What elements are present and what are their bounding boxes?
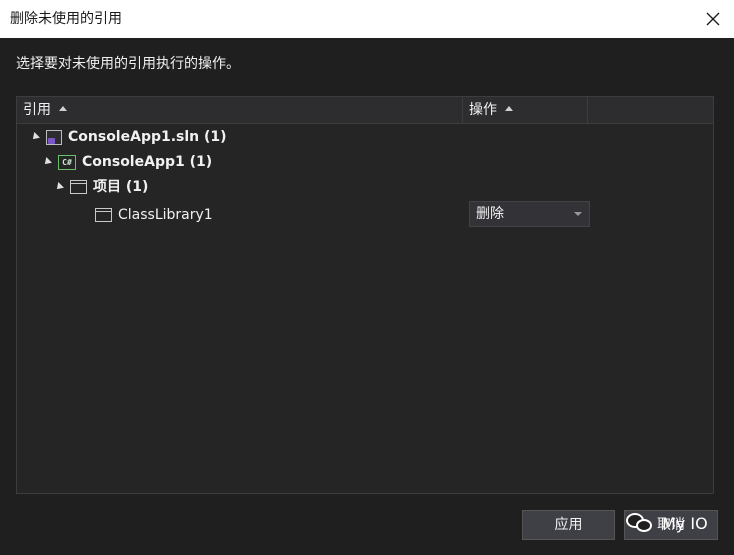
close-button[interactable] <box>700 6 726 32</box>
column-header-action-label: 操作 <box>469 102 497 118</box>
expand-triangle-icon[interactable] <box>42 157 52 167</box>
expand-triangle-icon[interactable] <box>54 182 64 192</box>
watermark: My IO <box>626 508 726 538</box>
tree-row-project[interactable]: C# ConsoleApp1 (1) <box>42 150 213 174</box>
close-icon <box>706 12 720 26</box>
column-header-reference[interactable]: 引用 <box>17 97 463 123</box>
solution-icon <box>46 129 62 145</box>
project-reference-icon <box>70 180 87 194</box>
tree-row-solution[interactable]: ConsoleApp1.sln (1) <box>30 125 227 149</box>
action-dropdown[interactable]: 删除 <box>469 201 590 227</box>
wechat-icon <box>626 512 656 534</box>
solution-label: ConsoleApp1.sln (1) <box>68 129 227 145</box>
column-header-action[interactable]: 操作 <box>463 97 588 123</box>
sort-ascending-icon <box>505 105 513 111</box>
tree-row-group[interactable]: 项目 (1) <box>54 175 149 199</box>
reference-label: ClassLibrary1 <box>118 207 213 223</box>
grid-header: 引用 操作 <box>17 97 713 124</box>
expand-triangle-icon[interactable] <box>30 132 40 142</box>
title-bar: 删除未使用的引用 <box>0 0 734 38</box>
watermark-text: My IO <box>662 513 708 533</box>
instruction-text: 选择要对未使用的引用执行的操作。 <box>16 56 240 72</box>
column-header-reference-label: 引用 <box>23 102 51 118</box>
chevron-down-icon <box>574 212 582 216</box>
references-grid: 引用 操作 ConsoleApp1.sln (1) C# ConsoleApp1… <box>16 96 714 494</box>
tree-row-classlibrary[interactable]: ClassLibrary1 <box>95 203 213 227</box>
sort-ascending-icon <box>59 105 67 111</box>
apply-button[interactable]: 应用 <box>522 510 615 540</box>
action-dropdown-value: 删除 <box>476 206 504 222</box>
group-label: 项目 (1) <box>93 179 149 195</box>
csharp-project-icon: C# <box>58 154 76 170</box>
dialog-title: 删除未使用的引用 <box>10 11 122 27</box>
project-reference-icon <box>95 208 112 222</box>
project-label: ConsoleApp1 (1) <box>82 154 213 170</box>
